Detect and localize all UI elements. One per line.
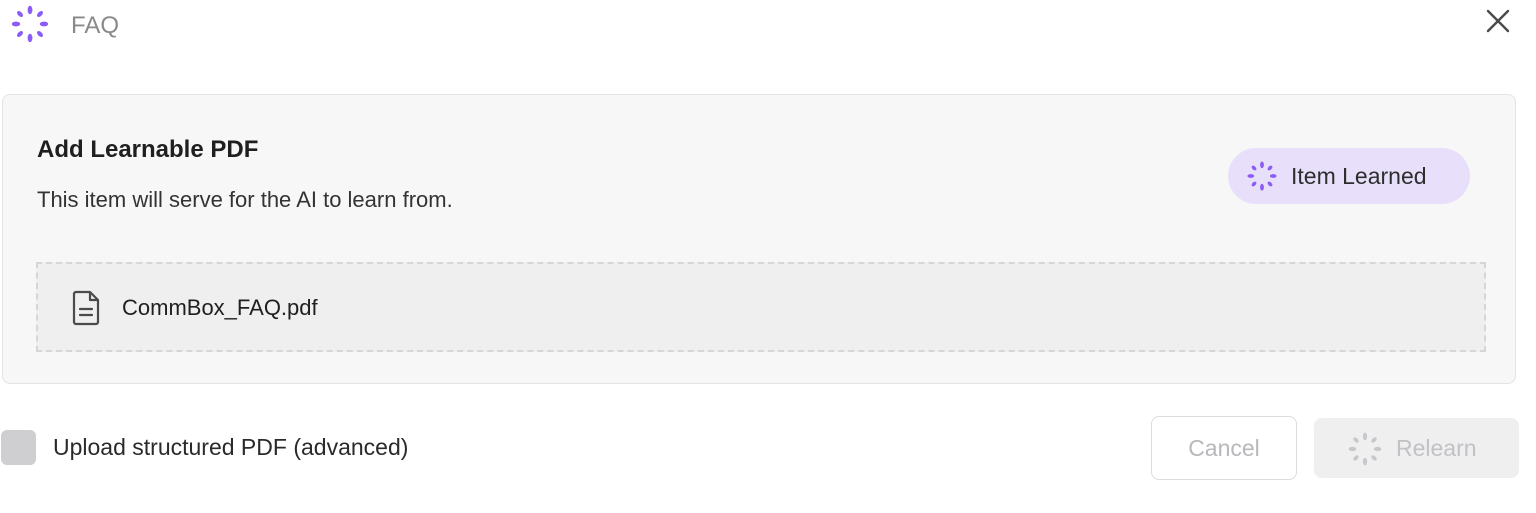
document-icon <box>72 290 100 326</box>
cancel-button[interactable]: Cancel <box>1151 416 1297 480</box>
close-icon[interactable] <box>1482 5 1514 37</box>
cancel-button-label: Cancel <box>1188 435 1260 461</box>
card-subtitle: This item will serve for the AI to learn… <box>37 187 453 212</box>
card-title: Add Learnable PDF <box>37 136 259 163</box>
status-badge-label: Item Learned <box>1291 163 1427 189</box>
sparkle-icon <box>1348 432 1382 466</box>
structured-pdf-checkbox[interactable] <box>1 430 36 465</box>
file-drop-zone[interactable]: CommBox_FAQ.pdf <box>36 262 1486 352</box>
relearn-button[interactable]: Relearn <box>1314 418 1519 478</box>
dialog-header: FAQ <box>0 0 1536 60</box>
sparkle-icon <box>1247 161 1277 191</box>
file-name[interactable]: CommBox_FAQ.pdf <box>122 293 318 323</box>
sparkle-icon <box>11 5 49 43</box>
dialog-title: FAQ <box>71 12 120 39</box>
status-badge: Item Learned <box>1228 148 1470 204</box>
structured-pdf-checkbox-label[interactable]: Upload structured PDF (advanced) <box>53 432 408 462</box>
relearn-button-label: Relearn <box>1396 435 1477 461</box>
learnable-pdf-card: Add Learnable PDF This item will serve f… <box>2 94 1516 384</box>
